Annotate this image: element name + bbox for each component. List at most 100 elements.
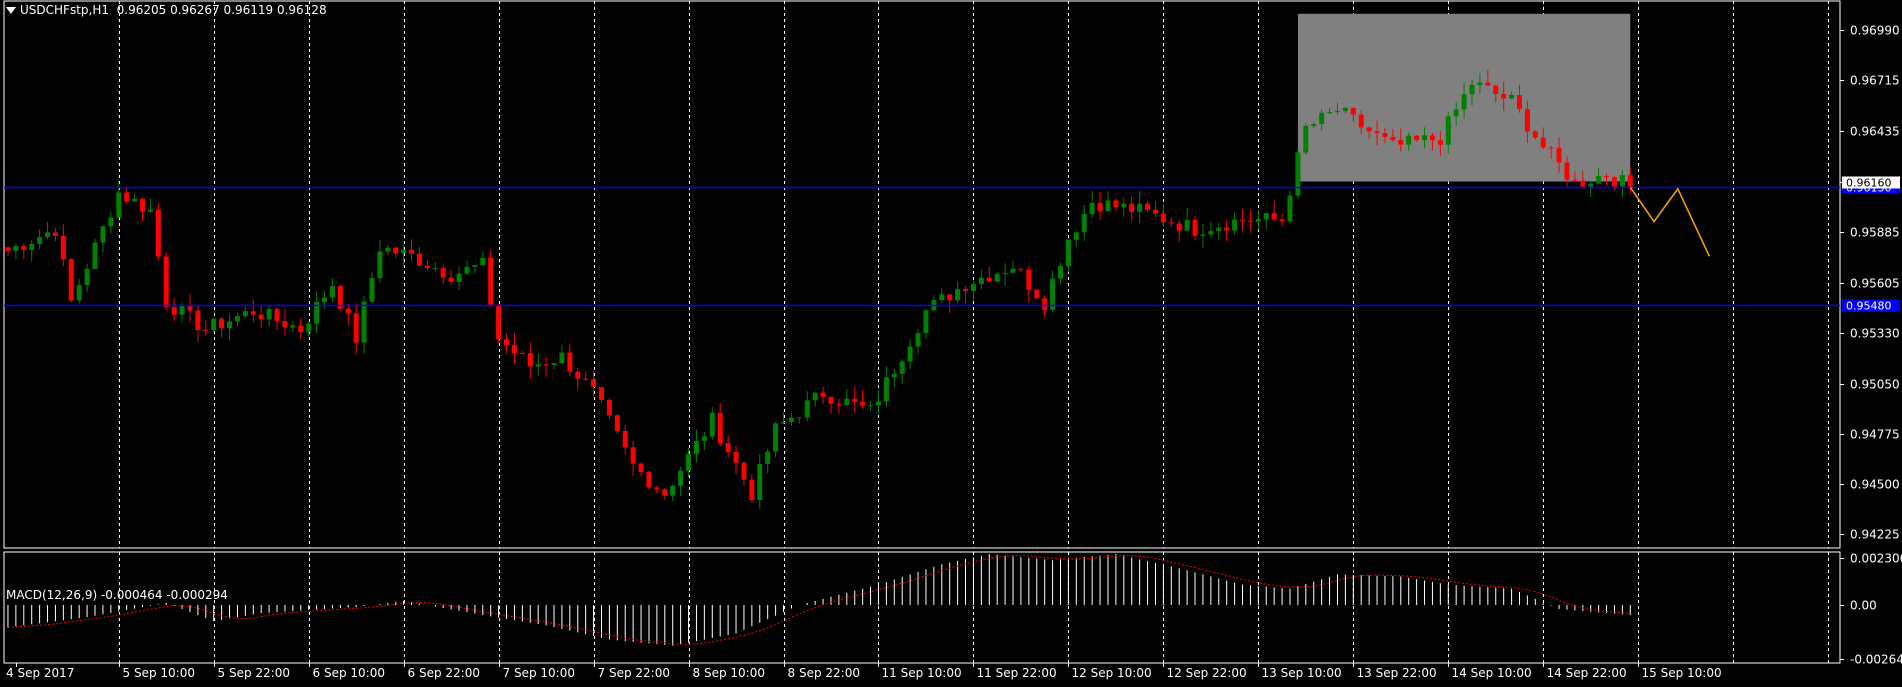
candle-body (155, 209, 161, 257)
candle-body (1619, 175, 1625, 187)
candle-body (1152, 209, 1158, 214)
candle-body (543, 364, 549, 366)
candle-body (1524, 109, 1530, 132)
candle-body (1208, 231, 1214, 235)
candle-body (432, 268, 438, 270)
candle-body (1311, 124, 1317, 126)
candle-body (1374, 131, 1380, 134)
candle-body (1279, 219, 1285, 222)
candle-body (1026, 269, 1032, 290)
candle-body (1382, 133, 1388, 137)
candle-body (13, 246, 19, 251)
candle-body (591, 379, 597, 388)
candle-body (701, 436, 707, 441)
candle-body (76, 285, 82, 301)
candle-body (1627, 175, 1633, 187)
candle-body (804, 400, 810, 418)
macd-tick-label: 0.002306 (1850, 552, 1902, 566)
time-label: 13 Sep 10:00 (1262, 666, 1342, 680)
time-label: 11 Sep 10:00 (882, 666, 962, 680)
candle-body (1319, 112, 1325, 125)
candle-body (1414, 135, 1420, 141)
candle-body (282, 320, 288, 328)
candle-body (1034, 289, 1040, 299)
candle-body (994, 273, 1000, 282)
candle-body (306, 323, 312, 332)
candle-body (670, 485, 676, 496)
candle-body (1390, 136, 1396, 141)
candle-body (614, 415, 620, 431)
candle-body (1532, 131, 1538, 138)
price-tick-label: 0.96715 (1850, 74, 1900, 88)
candle-body (37, 237, 43, 245)
candle-body (654, 487, 660, 490)
candle-body (108, 217, 114, 227)
candle-body (242, 311, 248, 317)
candle-body (1129, 203, 1135, 212)
price-tick-label: 0.95885 (1850, 226, 1900, 240)
candle-body (1105, 200, 1111, 212)
candle-body (1295, 152, 1301, 196)
candle-body (1081, 214, 1087, 233)
candle-body (1366, 127, 1372, 132)
candle-body (1160, 213, 1166, 223)
candle-body (116, 192, 122, 218)
candle-body (1556, 147, 1562, 163)
candle-body (440, 268, 446, 278)
macd-tick-label: -0.002644 (1850, 653, 1902, 667)
price-chart[interactable]: 4 Sep 2017 5 Sep 10:00 5 Sep 22:00 6 Sep 10… (0, 0, 1902, 687)
candle-body (29, 244, 35, 250)
macd-tick-label: 0.00 (1850, 599, 1877, 613)
time-label: 8 Sep 10:00 (693, 666, 765, 680)
candle-body (480, 257, 486, 266)
candle-body (1176, 223, 1182, 231)
candle-body (1445, 116, 1451, 145)
price-tick-label: 0.96435 (1850, 125, 1900, 139)
candle-body (1342, 107, 1348, 112)
candle-body (52, 232, 58, 236)
candle-body (353, 313, 359, 343)
candle-body (947, 294, 953, 301)
time-label: 7 Sep 10:00 (503, 666, 575, 680)
candle-body (345, 308, 351, 314)
time-label: 13 Sep 22:00 (1357, 666, 1437, 680)
candle-body (812, 392, 818, 401)
candle-body (875, 401, 881, 406)
candle-body (1216, 227, 1222, 232)
candle-body (1350, 107, 1356, 115)
time-label: 12 Sep 22:00 (1167, 666, 1247, 680)
candle-body (860, 401, 866, 406)
candle-body (765, 451, 771, 464)
candle-body (986, 277, 992, 282)
candle-body (60, 235, 66, 260)
candle-body (1588, 183, 1594, 187)
candle-body (100, 226, 106, 243)
candle-body (290, 325, 296, 328)
candle-body (1192, 220, 1198, 236)
candle-body (124, 192, 130, 202)
candle-body (250, 311, 256, 315)
candle-body (1501, 93, 1507, 99)
candle-body (638, 463, 644, 472)
candle-body (1303, 125, 1309, 153)
candle-body (1548, 147, 1554, 149)
candle-body (717, 412, 723, 444)
candle-body (1493, 85, 1499, 94)
candle-body (963, 289, 969, 291)
time-label: 8 Sep 22:00 (788, 666, 860, 680)
candle-body (361, 301, 367, 343)
candle-body (266, 309, 272, 320)
candle-body (852, 398, 858, 402)
candle-body (1145, 203, 1151, 210)
candle-body (369, 278, 375, 302)
candle-body (1509, 95, 1515, 99)
price-tick-label: 0.94500 (1850, 478, 1900, 492)
candle-body (84, 268, 90, 286)
candle-body (1453, 109, 1459, 117)
candle-body (741, 462, 747, 480)
price-tick-label: 0.96990 (1850, 24, 1900, 38)
candle-body (1002, 272, 1008, 274)
candle-body (5, 247, 11, 251)
candle-body (401, 249, 407, 254)
candle-body (575, 371, 581, 379)
